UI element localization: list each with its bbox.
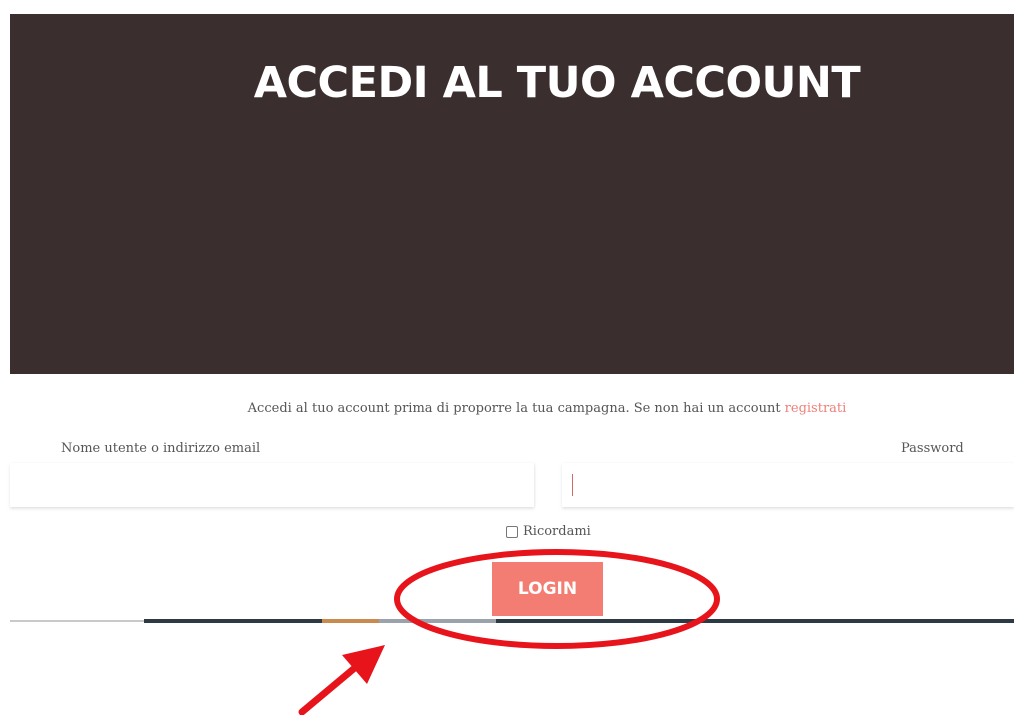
remember-checkbox[interactable] (506, 525, 518, 538)
login-button[interactable]: LOGIN (492, 562, 603, 616)
register-link[interactable]: registrati (785, 401, 847, 416)
password-field[interactable] (562, 463, 1014, 507)
username-field[interactable] (10, 463, 534, 507)
intro-text: Accedi al tuo account prima di proporre … (0, 401, 1014, 416)
remember-me[interactable]: Ricordami (506, 524, 591, 539)
footer-divider-segment (379, 619, 496, 623)
pointer-arrow (298, 645, 385, 715)
remember-label: Ricordami (523, 524, 591, 539)
password-label: Password (901, 441, 964, 456)
page-header-banner: ACCEDI AL TUO ACCOUNT (10, 14, 1014, 374)
footer-divider-segment (10, 620, 144, 622)
footer-divider-segment (496, 619, 1014, 623)
intro-message: Accedi al tuo account prima di proporre … (247, 401, 785, 416)
footer-divider-segment (322, 619, 379, 623)
page-title: ACCEDI AL TUO ACCOUNT (253, 58, 861, 108)
text-cursor (572, 474, 573, 496)
username-label: Nome utente o indirizzo email (61, 441, 261, 456)
footer-divider-segment (144, 619, 322, 623)
